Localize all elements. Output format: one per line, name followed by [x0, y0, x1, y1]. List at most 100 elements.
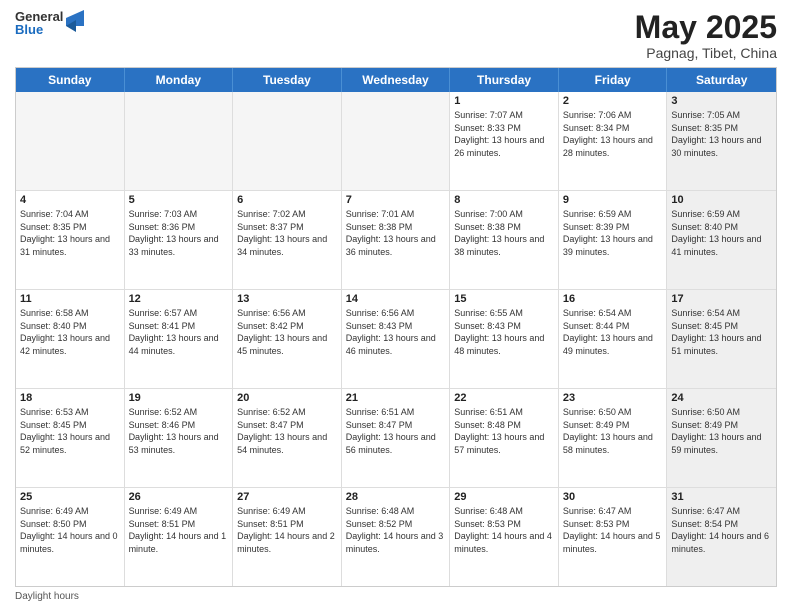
day-number: 18 — [20, 392, 120, 404]
day-number: 26 — [129, 491, 229, 503]
day-number: 24 — [671, 392, 772, 404]
cell-content: Sunrise: 6:47 AM Sunset: 8:53 PM Dayligh… — [563, 505, 663, 555]
title-block: May 2025 Pagnag, Tibet, China — [635, 10, 777, 61]
cal-row-1: 4Sunrise: 7:04 AM Sunset: 8:35 PM Daylig… — [16, 191, 776, 290]
cal-cell: 4Sunrise: 7:04 AM Sunset: 8:35 PM Daylig… — [16, 191, 125, 289]
day-number: 22 — [454, 392, 554, 404]
cell-content: Sunrise: 6:50 AM Sunset: 8:49 PM Dayligh… — [671, 406, 772, 456]
footer-note: Daylight hours — [15, 591, 777, 602]
cell-content: Sunrise: 6:59 AM Sunset: 8:40 PM Dayligh… — [671, 208, 772, 258]
cal-cell: 28 Sunrise: 6:48 AM Sunset: 8:52 PM Dayli… — [342, 488, 451, 586]
cal-header-day-wednesday: Wednesday — [342, 68, 451, 92]
day-number: 21 — [346, 392, 446, 404]
day-number: 25 — [20, 491, 120, 503]
day-number: 19 — [129, 392, 229, 404]
day-number: 20 — [237, 392, 337, 404]
day-number: 6 — [237, 194, 337, 206]
day-number: 1 — [454, 95, 554, 107]
cal-cell: 17Sunrise: 6:54 AM Sunset: 8:45 PM Dayli… — [667, 290, 776, 388]
cal-cell: 11 Sunrise: 6:58 AM Sunset: 8:40 PM Dayli… — [16, 290, 125, 388]
calendar: SundayMondayTuesdayWednesdayThursdayFrid… — [15, 67, 777, 587]
cal-cell: 27 Sunrise: 6:49 AM Sunset: 8:51 PM Dayli… — [233, 488, 342, 586]
cal-header-day-thursday: Thursday — [450, 68, 559, 92]
day-number: 13 — [237, 293, 337, 305]
cal-cell: 22 Sunrise: 6:51 AM Sunset: 8:48 PM Dayli… — [450, 389, 559, 487]
cell-content: Sunrise: 7:06 AM Sunset: 8:34 PM Dayligh… — [563, 109, 663, 159]
day-number: 27 — [237, 491, 337, 503]
cal-cell: 15Sunrise: 6:55 AM Sunset: 8:43 PM Dayli… — [450, 290, 559, 388]
cal-cell: 9 Sunrise: 6:59 AM Sunset: 8:39 PM Daylig… — [559, 191, 668, 289]
cell-content: Sunrise: 6:52 AM Sunset: 8:46 PM Dayligh… — [129, 406, 229, 456]
day-number: 28 — [346, 491, 446, 503]
day-number: 2 — [563, 95, 663, 107]
cal-cell: 25Sunrise: 6:49 AM Sunset: 8:50 PM Dayli… — [16, 488, 125, 586]
cal-cell: 7 Sunrise: 7:01 AM Sunset: 8:38 PM Daylig… — [342, 191, 451, 289]
cal-cell: 31Sunrise: 6:47 AM Sunset: 8:54 PM Dayli… — [667, 488, 776, 586]
cell-content: Sunrise: 7:05 AM Sunset: 8:35 PM Dayligh… — [671, 109, 772, 159]
cal-cell: 30 Sunrise: 6:47 AM Sunset: 8:53 PM Dayli… — [559, 488, 668, 586]
day-number: 14 — [346, 293, 446, 305]
cal-cell: 24 Sunrise: 6:50 AM Sunset: 8:49 PM Dayli… — [667, 389, 776, 487]
day-number: 31 — [671, 491, 772, 503]
cell-content: Sunrise: 7:00 AM Sunset: 8:38 PM Dayligh… — [454, 208, 554, 258]
cal-cell: 19 Sunrise: 6:52 AM Sunset: 8:46 PM Dayli… — [125, 389, 234, 487]
day-number: 29 — [454, 491, 554, 503]
cal-cell: 8Sunrise: 7:00 AM Sunset: 8:38 PM Daylig… — [450, 191, 559, 289]
calendar-header: SundayMondayTuesdayWednesdayThursdayFrid… — [16, 68, 776, 92]
cal-cell: 29 Sunrise: 6:48 AM Sunset: 8:53 PM Dayli… — [450, 488, 559, 586]
cal-row-2: 11 Sunrise: 6:58 AM Sunset: 8:40 PM Dayli… — [16, 290, 776, 389]
day-number: 11 — [20, 293, 120, 305]
cal-cell: 23Sunrise: 6:50 AM Sunset: 8:49 PM Dayli… — [559, 389, 668, 487]
cell-content: Sunrise: 7:01 AM Sunset: 8:38 PM Dayligh… — [346, 208, 446, 258]
cal-cell: 3 Sunrise: 7:05 AM Sunset: 8:35 PM Daylig… — [667, 92, 776, 190]
cal-cell: 16Sunrise: 6:54 AM Sunset: 8:44 PM Dayli… — [559, 290, 668, 388]
cal-cell: 14 Sunrise: 6:56 AM Sunset: 8:43 PM Dayli… — [342, 290, 451, 388]
cal-cell: 13Sunrise: 6:56 AM Sunset: 8:42 PM Dayli… — [233, 290, 342, 388]
cell-content: Sunrise: 6:48 AM Sunset: 8:52 PM Dayligh… — [346, 505, 446, 555]
cal-cell: 1 Sunrise: 7:07 AM Sunset: 8:33 PM Daylig… — [450, 92, 559, 190]
day-number: 9 — [563, 194, 663, 206]
cal-cell: 20 Sunrise: 6:52 AM Sunset: 8:47 PM Dayli… — [233, 389, 342, 487]
month-title: May 2025 — [635, 10, 777, 45]
day-number: 10 — [671, 194, 772, 206]
logo-text: General Blue — [15, 10, 63, 36]
header: General Blue May 2025 Pagnag, Tibet, Chi… — [15, 10, 777, 61]
cal-cell: 21Sunrise: 6:51 AM Sunset: 8:47 PM Dayli… — [342, 389, 451, 487]
cell-content: Sunrise: 7:04 AM Sunset: 8:35 PM Dayligh… — [20, 208, 120, 258]
day-number: 5 — [129, 194, 229, 206]
cal-cell: 10 Sunrise: 6:59 AM Sunset: 8:40 PM Dayli… — [667, 191, 776, 289]
day-number: 30 — [563, 491, 663, 503]
cal-cell: 26 Sunrise: 6:49 AM Sunset: 8:51 PM Dayli… — [125, 488, 234, 586]
cell-content: Sunrise: 6:49 AM Sunset: 8:51 PM Dayligh… — [237, 505, 337, 555]
cal-cell — [16, 92, 125, 190]
day-number: 3 — [671, 95, 772, 107]
cell-content: Sunrise: 7:07 AM Sunset: 8:33 PM Dayligh… — [454, 109, 554, 159]
cal-header-day-monday: Monday — [125, 68, 234, 92]
day-number: 12 — [129, 293, 229, 305]
cell-content: Sunrise: 7:02 AM Sunset: 8:37 PM Dayligh… — [237, 208, 337, 258]
cell-content: Sunrise: 6:52 AM Sunset: 8:47 PM Dayligh… — [237, 406, 337, 456]
cell-content: Sunrise: 6:58 AM Sunset: 8:40 PM Dayligh… — [20, 307, 120, 357]
cal-cell: 5 Sunrise: 7:03 AM Sunset: 8:36 PM Daylig… — [125, 191, 234, 289]
cal-header-day-saturday: Saturday — [667, 68, 776, 92]
cal-cell — [125, 92, 234, 190]
cell-content: Sunrise: 6:59 AM Sunset: 8:39 PM Dayligh… — [563, 208, 663, 258]
cell-content: Sunrise: 6:56 AM Sunset: 8:43 PM Dayligh… — [346, 307, 446, 357]
cell-content: Sunrise: 6:51 AM Sunset: 8:48 PM Dayligh… — [454, 406, 554, 456]
page: General Blue May 2025 Pagnag, Tibet, Chi… — [0, 0, 792, 612]
cal-cell: 18Sunrise: 6:53 AM Sunset: 8:45 PM Dayli… — [16, 389, 125, 487]
cal-cell — [233, 92, 342, 190]
cal-row-4: 25Sunrise: 6:49 AM Sunset: 8:50 PM Dayli… — [16, 488, 776, 586]
day-number: 15 — [454, 293, 554, 305]
cell-content: Sunrise: 6:48 AM Sunset: 8:53 PM Dayligh… — [454, 505, 554, 555]
logo-icon — [66, 10, 84, 32]
cell-content: Sunrise: 6:54 AM Sunset: 8:45 PM Dayligh… — [671, 307, 772, 357]
day-number: 7 — [346, 194, 446, 206]
day-number: 16 — [563, 293, 663, 305]
cell-content: Sunrise: 7:03 AM Sunset: 8:36 PM Dayligh… — [129, 208, 229, 258]
cell-content: Sunrise: 6:49 AM Sunset: 8:51 PM Dayligh… — [129, 505, 229, 555]
cal-header-day-sunday: Sunday — [16, 68, 125, 92]
cal-cell: 2 Sunrise: 7:06 AM Sunset: 8:34 PM Daylig… — [559, 92, 668, 190]
cell-content: Sunrise: 6:57 AM Sunset: 8:41 PM Dayligh… — [129, 307, 229, 357]
cell-content: Sunrise: 6:50 AM Sunset: 8:49 PM Dayligh… — [563, 406, 663, 456]
